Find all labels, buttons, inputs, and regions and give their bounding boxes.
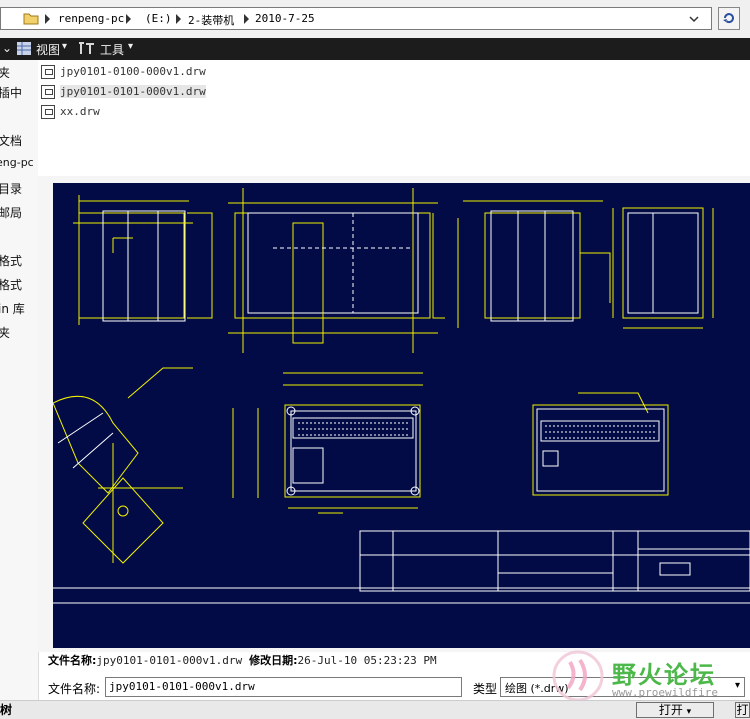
secondary-open-button[interactable]: 打 (735, 702, 750, 718)
file-info-line: 文件名称:jpy0101-0101-000v1.drw 修改日期:26-Jul-… (48, 652, 437, 668)
refresh-button[interactable] (718, 7, 740, 30)
drawing-preview (52, 183, 750, 648)
view-menu-button[interactable]: 视图 (36, 41, 60, 58)
nav-item[interactable]: 格式 (0, 276, 22, 293)
watermark-url: www.proewildfire (612, 686, 718, 699)
open-button-label: 打开 (658, 703, 683, 717)
toolbar: ⌄ 视图 ▾ 工具 ▾ (0, 38, 750, 60)
file-name: jpy0101-0101-000v1.drw (60, 85, 206, 98)
breadcrumb-separator-icon (176, 14, 181, 24)
folder-icon (23, 13, 39, 25)
chevron-down-icon[interactable] (689, 14, 699, 24)
info-name-label: 文件名称: (48, 654, 97, 667)
tree-toggle[interactable]: 树 (0, 701, 12, 718)
nav-item[interactable]: eng-pc (0, 156, 34, 169)
breadcrumb-item-folder[interactable]: 2-装带机 (188, 12, 234, 28)
open-button[interactable]: 打开 ▾ (636, 702, 714, 718)
top-bar: renpeng-pc (E:) 2-装带机 2010-7-25 (0, 0, 750, 38)
address-bar[interactable]: renpeng-pc (E:) 2-装带机 2010-7-25 (0, 7, 712, 30)
cad-drawing-image (52, 188, 750, 604)
nav-item[interactable]: 夹 (0, 64, 10, 81)
drw-file-icon (41, 85, 55, 99)
info-date-label: 修改日期: (249, 654, 298, 667)
navigation-pane: 夹 插中 文档 eng-pc 目录 邮局 格式 格式 in 库 夹 (0, 60, 39, 700)
info-name-value: jpy0101-0101-000v1.drw (96, 654, 243, 667)
file-name: jpy0101-0100-000v1.drw (60, 65, 206, 78)
view-icon (17, 42, 31, 55)
chevron-down-icon: ▾ (686, 707, 692, 717)
chevron-down-icon[interactable]: ▾ (128, 41, 133, 52)
drw-file-icon (41, 105, 55, 119)
file-name: xx.drw (60, 105, 100, 118)
watermark-text: 野火论坛 (612, 661, 716, 689)
tools-menu-button[interactable]: 工具 (100, 41, 124, 58)
breadcrumb-separator-icon (45, 14, 50, 24)
info-date-value: 26-Jul-10 05:23:23 PM (297, 654, 437, 667)
breadcrumb-separator-icon (244, 14, 249, 24)
nav-item[interactable]: in 库 (0, 300, 25, 317)
breadcrumb-separator-icon (126, 14, 131, 24)
nav-item[interactable]: 文档 (0, 132, 22, 149)
breadcrumb-item-computer[interactable]: renpeng-pc (58, 12, 124, 25)
filename-label: 文件名称: (48, 682, 101, 696)
nav-item[interactable]: 格式 (0, 252, 22, 269)
type-label: 类型 (473, 682, 498, 696)
chevron-down-icon[interactable]: ⌄ (2, 41, 12, 55)
breadcrumb-item-subfolder[interactable]: 2010-7-25 (255, 12, 315, 25)
breadcrumb-item-drive[interactable]: (E:) (145, 12, 172, 25)
refresh-icon (723, 13, 734, 24)
file-list: jpy0101-0100-000v1.drw jpy0101-0101-000v… (38, 60, 750, 176)
filename-input[interactable]: jpy0101-0101-000v1.drw (105, 677, 462, 697)
nav-item[interactable]: 目录 (0, 180, 22, 197)
nav-item[interactable]: 夹 (0, 324, 10, 341)
drw-file-icon (41, 65, 55, 79)
tools-icon (79, 42, 94, 54)
chevron-down-icon[interactable]: ▾ (62, 41, 67, 52)
nav-item[interactable]: 邮局 (0, 204, 22, 221)
nav-item[interactable]: 插中 (0, 84, 22, 101)
